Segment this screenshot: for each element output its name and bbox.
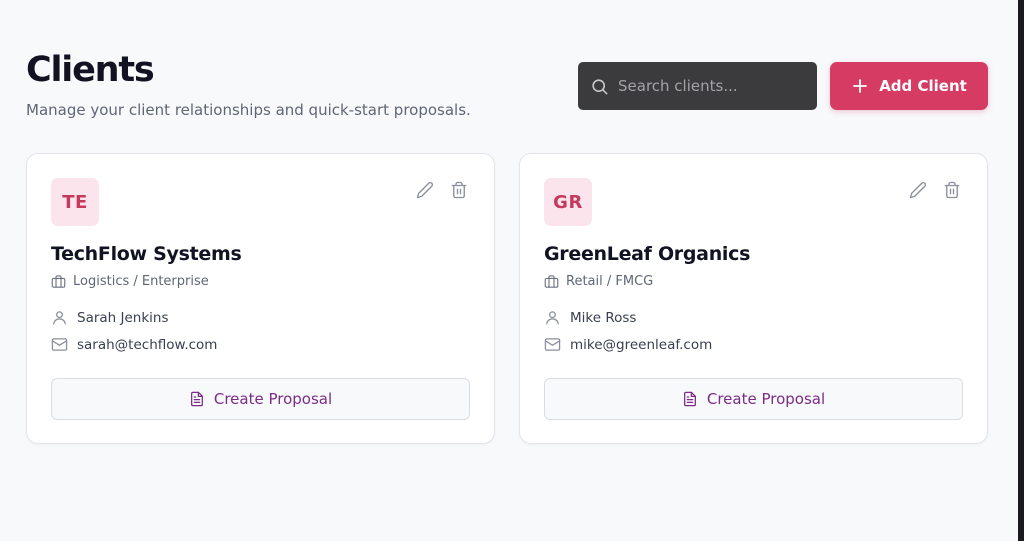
trash-icon bbox=[944, 181, 960, 199]
client-email-text: sarah@techflow.com bbox=[77, 336, 218, 353]
page-subtitle: Manage your client relationships and qui… bbox=[26, 101, 471, 119]
pencil-icon bbox=[909, 182, 926, 199]
page-title: Clients bbox=[26, 50, 155, 90]
plus-icon bbox=[853, 79, 868, 93]
client-email-text: mike@greenleaf.com bbox=[570, 336, 713, 353]
client-email: mike@greenleaf.com bbox=[544, 336, 712, 353]
client-contact-name: Sarah Jenkins bbox=[77, 309, 169, 326]
briefcase-icon bbox=[544, 275, 559, 288]
client-card: TE TechFlow Systems Logistics / Enterpri… bbox=[26, 153, 495, 444]
search-icon bbox=[592, 78, 608, 94]
window-edge bbox=[1018, 0, 1024, 541]
delete-button[interactable] bbox=[450, 181, 468, 199]
pencil-icon bbox=[416, 182, 433, 199]
client-industry-text: Logistics / Enterprise bbox=[73, 274, 209, 289]
client-avatar: TE bbox=[51, 178, 99, 226]
clients-page: Clients Manage your client relationships… bbox=[0, 0, 1018, 541]
client-contact-name: Mike Ross bbox=[570, 309, 637, 326]
add-client-button[interactable]: Add Client bbox=[830, 62, 988, 110]
search-input[interactable] bbox=[618, 77, 808, 95]
trash-icon bbox=[451, 181, 467, 199]
card-actions bbox=[909, 181, 961, 199]
edit-button[interactable] bbox=[909, 181, 927, 199]
search-box[interactable] bbox=[578, 62, 817, 110]
client-name: TechFlow Systems bbox=[51, 243, 242, 265]
create-proposal-label: Create Proposal bbox=[213, 390, 333, 408]
client-card: GR GreenLeaf Organics Retail / FMCG Mike… bbox=[519, 153, 988, 444]
client-name: GreenLeaf Organics bbox=[544, 243, 751, 265]
create-proposal-button[interactable]: Create Proposal bbox=[544, 378, 963, 420]
client-industry: Logistics / Enterprise bbox=[51, 274, 209, 289]
create-proposal-label: Create Proposal bbox=[706, 390, 826, 408]
delete-button[interactable] bbox=[943, 181, 961, 199]
card-actions bbox=[416, 181, 468, 199]
briefcase-icon bbox=[51, 275, 66, 288]
create-proposal-button[interactable]: Create Proposal bbox=[51, 378, 470, 420]
client-industry: Retail / FMCG bbox=[544, 274, 653, 289]
client-email: sarah@techflow.com bbox=[51, 336, 217, 353]
document-icon bbox=[683, 391, 696, 407]
client-avatar: GR bbox=[544, 178, 592, 226]
user-icon bbox=[546, 311, 559, 325]
add-client-label: Add Client bbox=[879, 77, 967, 95]
user-icon bbox=[53, 311, 66, 325]
edit-button[interactable] bbox=[416, 181, 434, 199]
mail-icon bbox=[51, 338, 68, 351]
document-icon bbox=[190, 391, 203, 407]
client-contact: Mike Ross bbox=[544, 309, 636, 326]
client-industry-text: Retail / FMCG bbox=[566, 274, 654, 289]
mail-icon bbox=[544, 338, 561, 351]
client-contact: Sarah Jenkins bbox=[51, 309, 169, 326]
